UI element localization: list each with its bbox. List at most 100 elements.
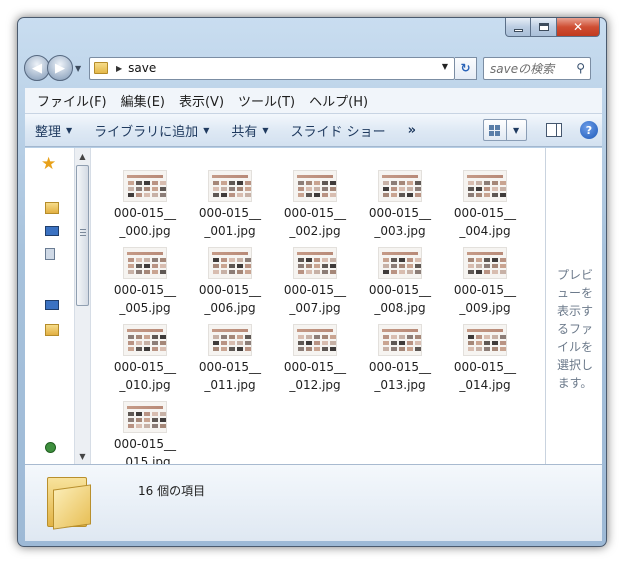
content-area: ★ ▲ ▼ 000-015__ _000.jpg 000-015__ _001.j… xyxy=(25,148,602,478)
menu-tools[interactable]: ツール(T) xyxy=(238,91,295,110)
maximize-icon xyxy=(538,23,549,31)
large-folder-icon xyxy=(47,477,91,530)
image-thumbnail xyxy=(208,247,252,279)
image-thumbnail xyxy=(293,324,337,356)
maximize-button[interactable] xyxy=(531,18,557,37)
file-item[interactable]: 000-015__ _014.jpg xyxy=(445,324,525,396)
preview-pane-button[interactable] xyxy=(546,123,562,137)
file-name: 000-015__ _010.jpg xyxy=(113,360,177,392)
file-item[interactable]: 000-015__ _013.jpg xyxy=(360,324,440,396)
computer-icon[interactable] xyxy=(45,300,59,310)
breadcrumb-chevron-icon[interactable]: ▶ xyxy=(116,64,122,73)
scroll-up-icon[interactable]: ▲ xyxy=(75,148,90,164)
favorites-star-icon[interactable]: ★ xyxy=(41,154,56,174)
folder-icon[interactable] xyxy=(45,202,59,214)
refresh-button[interactable]: ↻ xyxy=(455,56,477,80)
chevron-down-icon: ▼ xyxy=(513,125,520,135)
scrollbar-thumb[interactable] xyxy=(76,165,89,306)
close-button[interactable]: ✕ xyxy=(557,18,600,37)
file-item[interactable]: 000-015__ _007.jpg xyxy=(275,247,355,319)
view-grid-icon xyxy=(484,120,507,140)
document-icon[interactable] xyxy=(45,248,55,260)
help-button[interactable]: ? xyxy=(580,121,598,139)
details-pane: 16 個の項目 xyxy=(25,464,602,541)
refresh-icon: ↻ xyxy=(460,61,471,75)
file-item[interactable]: 000-015__ _009.jpg xyxy=(445,247,525,319)
minimize-button[interactable] xyxy=(505,18,531,37)
image-thumbnail xyxy=(123,324,167,356)
add-to-library-button[interactable]: ライブラリに追加 ▼ xyxy=(94,121,209,140)
organize-button[interactable]: 整理 ▼ xyxy=(35,121,72,140)
navigation-pane: ★ xyxy=(25,148,71,478)
folder-icon[interactable] xyxy=(45,324,59,336)
image-thumbnail xyxy=(463,247,507,279)
slideshow-label: スライド ショー xyxy=(290,124,386,140)
menu-bar: ファイル(F) 編集(E) 表示(V) ツール(T) ヘルプ(H) xyxy=(25,88,602,114)
image-thumbnail xyxy=(378,170,422,202)
chevron-down-icon: ▼ xyxy=(203,125,210,135)
chevron-down-icon: ▼ xyxy=(66,125,73,135)
file-item[interactable]: 000-015__ _011.jpg xyxy=(190,324,270,396)
file-item[interactable]: 000-015__ _005.jpg xyxy=(105,247,185,319)
organize-label: 整理 xyxy=(35,124,62,140)
file-item[interactable]: 000-015__ _015.jpg xyxy=(105,401,185,473)
file-item[interactable]: 000-015__ _000.jpg xyxy=(105,170,185,242)
library-label: ライブラリに追加 xyxy=(94,124,199,140)
address-dropdown[interactable]: ▼ xyxy=(442,62,448,71)
slideshow-button[interactable]: スライド ショー xyxy=(291,121,386,140)
change-view-button[interactable]: ▼ xyxy=(483,119,527,141)
search-input[interactable]: saveの検索 xyxy=(490,60,554,77)
file-name: 000-015__ _000.jpg xyxy=(113,206,177,238)
image-thumbnail xyxy=(378,247,422,279)
file-item[interactable]: 000-015__ _003.jpg xyxy=(360,170,440,242)
recent-pages-dropdown[interactable]: ▼ xyxy=(75,64,85,73)
image-thumbnail xyxy=(123,170,167,202)
share-label: 共有 xyxy=(231,124,258,140)
image-thumbnail xyxy=(378,324,422,356)
file-item[interactable]: 000-015__ _010.jpg xyxy=(105,324,185,396)
navigation-row: ◀ ▶ ▼ ▶ save ▼ ↻ saveの検索 ⚲ xyxy=(24,53,600,83)
menu-view[interactable]: 表示(V) xyxy=(179,91,224,110)
file-item[interactable]: 000-015__ _006.jpg xyxy=(190,247,270,319)
file-name: 000-015__ _012.jpg xyxy=(283,360,347,392)
scroll-down-icon[interactable]: ▼ xyxy=(75,448,90,464)
search-icon[interactable]: ⚲ xyxy=(576,61,585,75)
caption-buttons: ✕ xyxy=(505,18,600,37)
file-name: 000-015__ _006.jpg xyxy=(198,283,262,315)
menu-edit[interactable]: 編集(E) xyxy=(121,91,165,110)
file-name: 000-015__ _009.jpg xyxy=(453,283,517,315)
more-commands-button[interactable]: » xyxy=(408,123,416,138)
file-list: 000-015__ _000.jpg 000-015__ _001.jpg 000-… xyxy=(105,170,545,470)
command-bar: 整理 ▼ ライブラリに追加 ▼ 共有 ▼ スライド ショー » ▼ ? xyxy=(25,114,602,147)
file-item[interactable]: 000-015__ _004.jpg xyxy=(445,170,525,242)
image-thumbnail xyxy=(123,401,167,433)
file-name: 000-015__ _011.jpg xyxy=(198,360,262,392)
file-item[interactable]: 000-015__ _002.jpg xyxy=(275,170,355,242)
address-bar[interactable]: ▶ save ▼ xyxy=(89,56,455,80)
file-item[interactable]: 000-015__ _008.jpg xyxy=(360,247,440,319)
file-name: 000-015__ _003.jpg xyxy=(368,206,432,238)
network-icon[interactable] xyxy=(45,442,56,453)
desktop-icon[interactable] xyxy=(45,226,59,236)
share-button[interactable]: 共有 ▼ xyxy=(231,121,268,140)
image-thumbnail xyxy=(123,247,167,279)
file-item[interactable]: 000-015__ _012.jpg xyxy=(275,324,355,396)
image-thumbnail xyxy=(208,324,252,356)
help-icon: ? xyxy=(585,123,593,137)
menu-file[interactable]: ファイル(F) xyxy=(37,91,107,110)
item-count: 16 個の項目 xyxy=(138,484,206,498)
file-name: 000-015__ _014.jpg xyxy=(453,360,517,392)
file-item[interactable]: 000-015__ _001.jpg xyxy=(190,170,270,242)
minimize-icon xyxy=(513,28,523,32)
search-box[interactable]: saveの検索 ⚲ xyxy=(483,56,591,80)
menu-help[interactable]: ヘルプ(H) xyxy=(309,91,368,110)
breadcrumb-save[interactable]: save xyxy=(128,61,156,75)
file-name: 000-015__ _008.jpg xyxy=(368,283,432,315)
chevron-down-icon: ▼ xyxy=(262,125,269,135)
file-name: 000-015__ _001.jpg xyxy=(198,206,262,238)
nav-pane-scrollbar[interactable]: ▲ ▼ xyxy=(74,148,91,464)
image-thumbnail xyxy=(208,170,252,202)
file-name: 000-015__ _002.jpg xyxy=(283,206,347,238)
image-thumbnail xyxy=(293,247,337,279)
forward-button[interactable]: ▶ xyxy=(47,55,73,81)
